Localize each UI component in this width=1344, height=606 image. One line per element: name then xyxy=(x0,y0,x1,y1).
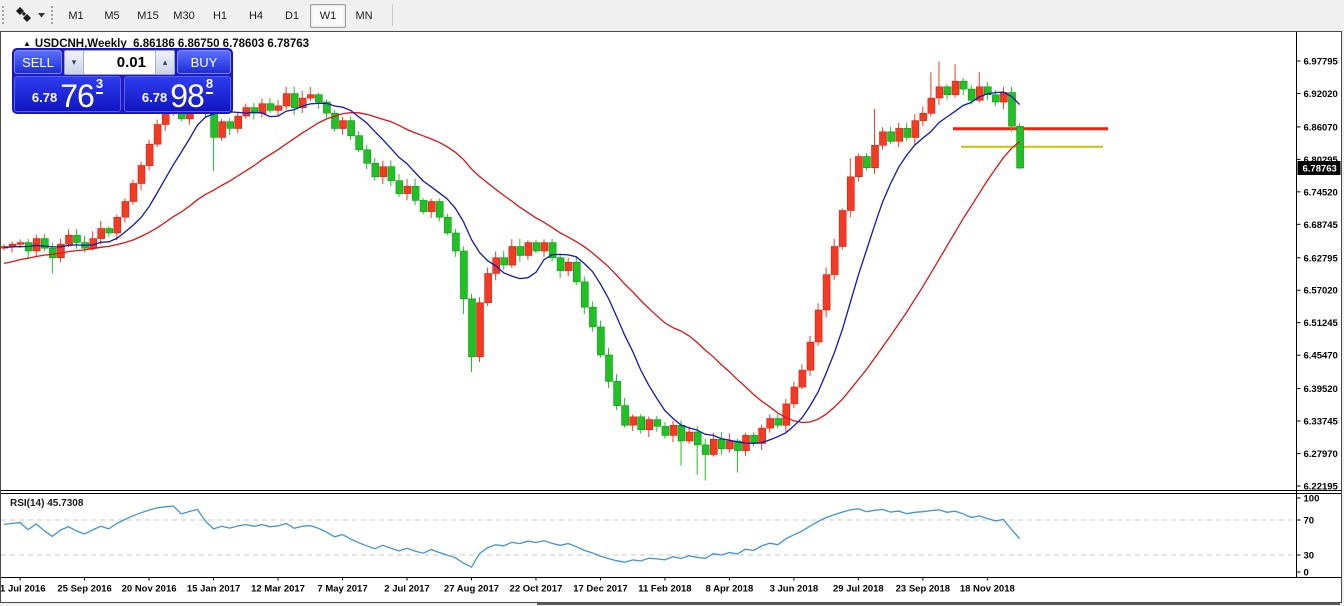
svg-text:18 Nov 2018: 18 Nov 2018 xyxy=(960,584,1015,595)
candles-layer xyxy=(1,62,1024,481)
timeframe-w1[interactable]: W1 xyxy=(310,4,346,28)
timeframe-h4[interactable]: H4 xyxy=(238,4,274,28)
svg-text:6.68745: 6.68745 xyxy=(1304,220,1339,231)
top-toolbar: M1M5M15M30H1H4D1W1MN xyxy=(0,0,1344,31)
svg-text:6.39520: 6.39520 xyxy=(1304,384,1338,395)
timeframe-m30[interactable]: M30 xyxy=(166,4,202,28)
sell-price-big: 76 xyxy=(60,83,94,109)
svg-text:6.22195: 6.22195 xyxy=(1304,482,1339,493)
svg-text:8 Apr 2018: 8 Apr 2018 xyxy=(706,584,754,595)
timeframe-m15[interactable]: M15 xyxy=(130,4,166,28)
svg-text:6.51245: 6.51245 xyxy=(1304,318,1339,329)
lot-size-stepper: ▾ ▴ xyxy=(64,50,175,75)
svg-text:31 Jul 2016: 31 Jul 2016 xyxy=(1,584,45,595)
buy-price-base: 6.78 xyxy=(142,90,167,105)
chart-window: 6.977956.920206.860706.802956.745206.687… xyxy=(0,31,1342,603)
sell-price-display[interactable]: 6.78 76 3 xyxy=(14,76,121,112)
caret-down-icon xyxy=(38,13,46,18)
caret-down-icon: ▾ xyxy=(72,57,77,68)
rsi-line xyxy=(4,506,1020,567)
lot-increase-button[interactable]: ▴ xyxy=(155,51,174,74)
svg-text:15 Jan 2017: 15 Jan 2017 xyxy=(187,584,240,595)
timeframe-h1[interactable]: H1 xyxy=(202,4,238,28)
one-click-trading-panel: SELL ▾ ▴ BUY 6.78 76 3 6.78 98 8 xyxy=(13,49,232,113)
svg-text:11 Feb 2018: 11 Feb 2018 xyxy=(638,584,691,595)
svg-text:29 Jul 2018: 29 Jul 2018 xyxy=(833,584,884,595)
buy-button[interactable]: BUY xyxy=(177,50,231,74)
svg-text:12 Mar 2017: 12 Mar 2017 xyxy=(251,584,305,595)
svg-text:0: 0 xyxy=(1304,568,1309,579)
svg-text:23 Sep 2018: 23 Sep 2018 xyxy=(896,584,950,595)
current-price-label: 6.78763 xyxy=(1303,163,1337,174)
svg-text:20 Nov 2016: 20 Nov 2016 xyxy=(122,584,177,595)
svg-text:27 Aug 2017: 27 Aug 2017 xyxy=(444,584,499,595)
timeframe-buttons: M1M5M15M30H1H4D1W1MN xyxy=(58,4,393,26)
svg-text:22 Oct 2017: 22 Oct 2017 xyxy=(510,584,563,595)
rsi-indicator-label: RSI(14) 45.7308 xyxy=(10,498,83,509)
svg-text:6.57020: 6.57020 xyxy=(1304,286,1338,297)
caret-up-icon: ▴ xyxy=(163,57,168,68)
svg-text:6.97795: 6.97795 xyxy=(1304,57,1339,68)
toolbar-grip[interactable] xyxy=(50,5,54,26)
timeframe-mn[interactable]: MN xyxy=(346,4,382,28)
toolbar-separator xyxy=(392,4,393,26)
svg-text:6.86070: 6.86070 xyxy=(1304,122,1338,133)
sell-price-pip: 3 xyxy=(96,76,103,94)
rsi-level-grid xyxy=(1,520,1297,555)
svg-text:6.92020: 6.92020 xyxy=(1304,89,1338,100)
panel-collapse-icon[interactable]: ▲ xyxy=(23,39,31,48)
svg-text:2 Jul 2017: 2 Jul 2017 xyxy=(384,584,429,595)
price-chart-canvas[interactable]: 6.977956.920206.860706.802956.745206.687… xyxy=(1,32,1341,602)
svg-text:100: 100 xyxy=(1304,494,1320,505)
svg-text:6.74520: 6.74520 xyxy=(1304,187,1338,198)
chart-tools-button[interactable] xyxy=(10,3,48,27)
buy-price-pip: 8 xyxy=(206,76,213,94)
lot-decrease-button[interactable]: ▾ xyxy=(65,51,84,74)
svg-text:3 Jun 2018: 3 Jun 2018 xyxy=(770,584,819,595)
timeframe-d1[interactable]: D1 xyxy=(274,4,310,28)
date-axis: 31 Jul 2016 25 Sep 2016 20 Nov 2016 15 Jan … xyxy=(1,578,1015,595)
price-axis: 6.977956.920206.860706.802956.745206.687… xyxy=(1297,57,1339,493)
svg-text:6.62795: 6.62795 xyxy=(1304,253,1339,264)
svg-text:30: 30 xyxy=(1304,551,1315,562)
sell-price-base: 6.78 xyxy=(32,90,57,105)
svg-text:6.33745: 6.33745 xyxy=(1304,417,1339,428)
buy-price-display[interactable]: 6.78 98 8 xyxy=(124,76,231,112)
timeframe-m5[interactable]: M5 xyxy=(94,4,130,28)
buy-price-big: 98 xyxy=(170,83,204,109)
toolbar-grip[interactable] xyxy=(1,5,5,26)
rsi-axis: 100 70 30 0 xyxy=(1297,494,1320,579)
svg-text:17 Dec 2017: 17 Dec 2017 xyxy=(573,584,627,595)
chart-objects-icon xyxy=(13,7,35,23)
svg-text:6.27970: 6.27970 xyxy=(1304,449,1338,460)
chart-objects-layer[interactable] xyxy=(953,129,1108,147)
svg-text:70: 70 xyxy=(1304,516,1315,527)
svg-text:7 May 2017: 7 May 2017 xyxy=(317,584,367,595)
sell-button[interactable]: SELL xyxy=(14,50,62,74)
svg-text:6.45470: 6.45470 xyxy=(1304,351,1338,362)
svg-text:25 Sep 2016: 25 Sep 2016 xyxy=(57,584,111,595)
bottom-window-edge xyxy=(537,603,1340,605)
timeframe-m1[interactable]: M1 xyxy=(58,4,94,28)
lot-size-input[interactable] xyxy=(84,51,155,74)
